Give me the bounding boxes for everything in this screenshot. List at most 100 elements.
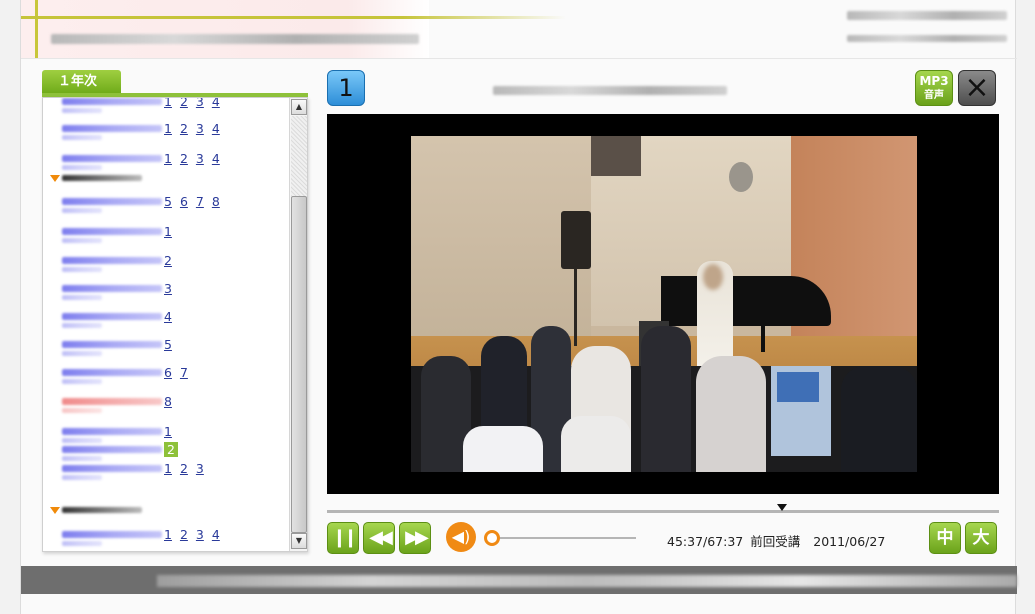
lesson-title-blurred[interactable] [62, 285, 162, 292]
lesson-part-link[interactable]: 8 [164, 394, 172, 409]
header-decor-hline [21, 16, 566, 19]
lesson-title-blurred[interactable] [62, 313, 162, 320]
fast-forward-button[interactable]: ▶▶ [399, 522, 431, 554]
list-item: 3 [43, 281, 289, 303]
list-item: 2 [43, 253, 289, 275]
tab-year-1[interactable]: １年次 [42, 70, 121, 94]
lesson-subtitle-blurred [62, 267, 102, 272]
list-item: 1234 [43, 98, 289, 116]
lesson-part-links: 4 [164, 309, 180, 324]
mp3-audio-button[interactable]: MP3 音声 [915, 70, 953, 106]
rewind-icon: ◀◀ [369, 527, 393, 548]
lesson-part-link[interactable]: 1 [164, 151, 172, 166]
lesson-part-link[interactable]: 5 [164, 194, 172, 209]
scroll-up-icon[interactable]: ▲ [291, 99, 307, 115]
lesson-title-blurred[interactable] [62, 198, 162, 205]
lesson-part-link[interactable]: 2 [180, 151, 188, 166]
lesson-subtitle-blurred [62, 323, 102, 328]
lesson-subtitle-blurred [62, 165, 102, 170]
video-player[interactable] [327, 114, 999, 494]
lesson-part-link[interactable]: 1 [164, 461, 172, 476]
size-medium-button[interactable]: 中 [929, 522, 961, 554]
speaker-icon[interactable]: ◀) [446, 522, 476, 552]
lesson-part-links: 5 [164, 337, 180, 352]
progress-marker-icon[interactable] [777, 504, 787, 511]
rewind-button[interactable]: ◀◀ [363, 522, 395, 554]
lesson-part-link[interactable]: 2 [164, 253, 172, 268]
lesson-part-link[interactable]: 3 [196, 461, 204, 476]
lesson-title-blurred[interactable] [62, 369, 162, 376]
video-scene-speaker-box [561, 211, 591, 269]
lesson-list-panel: 123412341234567812345678121231234 ▲ ▼ [42, 97, 308, 552]
video-progress-track[interactable] [327, 510, 999, 513]
header-decor-vline [35, 0, 38, 58]
lesson-part-link[interactable]: 5 [164, 337, 172, 352]
scroll-track[interactable] [291, 116, 307, 196]
lesson-title-blurred[interactable] [62, 257, 162, 264]
section-expand-icon[interactable] [50, 175, 60, 182]
lesson-part-link[interactable]: 8 [212, 194, 220, 209]
lesson-part-links: 1234 [164, 98, 228, 109]
close-icon[interactable]: × [958, 70, 996, 106]
lesson-part-link[interactable]: 6 [180, 194, 188, 209]
lesson-title-blurred[interactable] [62, 428, 162, 435]
video-scene-piano [661, 276, 831, 326]
lesson-title-blurred[interactable] [62, 155, 162, 162]
time-info: 45:37/67:37 前回受講 2011/06/27 [667, 531, 888, 550]
lesson-part-link[interactable]: 4 [212, 121, 220, 136]
lesson-part-links: 123 [164, 461, 212, 476]
lesson-part-link[interactable]: 7 [196, 194, 204, 209]
lesson-part-link[interactable]: 3 [164, 281, 172, 296]
lesson-part-links: 5678 [164, 194, 228, 209]
pause-button[interactable]: ❙❙ [327, 522, 359, 554]
lesson-part-link[interactable]: 3 [196, 151, 204, 166]
lesson-part-link[interactable]: 6 [164, 365, 172, 380]
lesson-title-blurred[interactable] [62, 98, 162, 105]
mp3-label: MP3 [919, 74, 949, 88]
lesson-part-link[interactable]: 3 [196, 121, 204, 136]
lesson-part-link[interactable]: 2 [180, 527, 188, 542]
lesson-title-blurred[interactable] [62, 125, 162, 132]
lesson-part-link[interactable]: 7 [180, 365, 188, 380]
lesson-part-link[interactable]: 1 [164, 121, 172, 136]
footer-text-blurred [157, 575, 1017, 587]
page-container: １年次 123412341234567812345678121231234 ▲ … [20, 0, 1017, 614]
lesson-part-link[interactable]: 4 [212, 98, 220, 109]
scroll-down-icon[interactable]: ▼ [291, 533, 307, 549]
lesson-part-link[interactable]: 1 [164, 98, 172, 109]
lesson-title-blurred[interactable] [62, 228, 162, 235]
list-item: 67 [43, 365, 289, 387]
volume-slider-knob[interactable] [484, 530, 500, 546]
list-item: 5 [43, 337, 289, 359]
lesson-part-links: 67 [164, 365, 196, 380]
lesson-title-blurred[interactable] [62, 531, 162, 538]
last-watched-date: 2011/06/27 [813, 534, 886, 549]
fast-forward-icon: ▶▶ [405, 527, 429, 548]
lesson-part-link[interactable]: 2 [180, 461, 188, 476]
lesson-part-link[interactable]: 3 [196, 527, 204, 542]
lesson-title-blurred[interactable] [62, 341, 162, 348]
lesson-part-link[interactable]: 3 [196, 98, 204, 109]
lesson-title-blurred[interactable] [62, 465, 162, 472]
lesson-part-links: 1 [164, 424, 180, 439]
lesson-part-link[interactable]: 1 [164, 424, 172, 439]
lesson-part-link[interactable]: 2 [164, 442, 178, 457]
scroll-thumb[interactable] [291, 196, 307, 533]
list-item: 1234 [43, 527, 289, 549]
lesson-part-link[interactable]: 4 [164, 309, 172, 324]
lesson-part-link[interactable]: 4 [212, 527, 220, 542]
section-title-blurred [62, 507, 142, 513]
size-large-button[interactable]: 大 [965, 522, 997, 554]
lesson-part-link[interactable]: 2 [180, 98, 188, 109]
list-item: 4 [43, 309, 289, 331]
lesson-part-link[interactable]: 1 [164, 224, 172, 239]
list-scrollbar[interactable]: ▲ ▼ [289, 98, 307, 551]
lesson-part-link[interactable]: 2 [180, 121, 188, 136]
lesson-title-blurred[interactable] [62, 398, 162, 405]
lesson-part-link[interactable]: 1 [164, 527, 172, 542]
section-expand-icon[interactable] [50, 507, 60, 514]
volume-slider-track[interactable] [491, 537, 636, 539]
lesson-title-blurred[interactable] [62, 446, 162, 453]
section-title-blurred [62, 175, 142, 181]
lesson-part-link[interactable]: 4 [212, 151, 220, 166]
